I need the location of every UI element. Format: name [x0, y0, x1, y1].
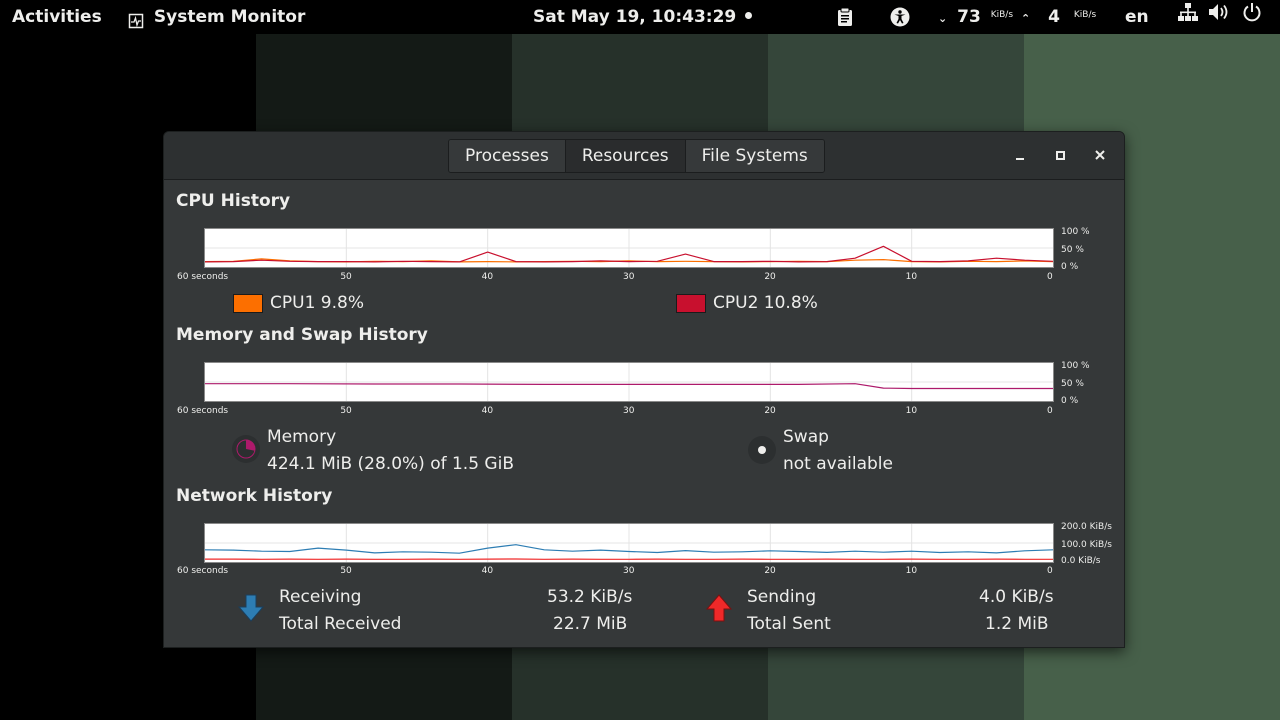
cpu-ylabel-0: 0 %: [1061, 262, 1079, 272]
network-ylabel-100: 100.0 KiB/s: [1061, 540, 1112, 550]
swap-value: not available: [783, 454, 893, 474]
network-xlabel: 40: [481, 566, 494, 576]
receiving-value: 53.2 KiB/s: [547, 587, 633, 607]
network-xlabel: 20: [764, 566, 776, 576]
network-speed-indicator[interactable]: ⌄ 73 KiB/s ⌃ 4 KiB/s: [938, 0, 1096, 34]
app-menu[interactable]: System Monitor: [128, 0, 305, 34]
memory-history-chart: [205, 363, 1053, 401]
cpu-xlabel: 50: [340, 272, 352, 282]
app-menu-label: System Monitor: [153, 7, 306, 27]
activities-button[interactable]: Activities: [12, 0, 102, 34]
notification-dot-icon: [745, 11, 753, 19]
receiving-label: Receiving: [279, 587, 362, 607]
clock[interactable]: Sat May 19, 10:43:29: [533, 0, 753, 34]
sending-value: 4.0 KiB/s: [979, 587, 1054, 607]
receiving-arrow-icon[interactable]: [237, 594, 265, 626]
sending-label: Sending: [747, 587, 817, 607]
top-bar: Activities System Monitor Sat May 19, 10…: [0, 0, 1280, 34]
swap-label: Swap: [783, 427, 829, 447]
upload-arrow-icon: ⌃: [1020, 12, 1031, 25]
header-bar[interactable]: Processes Resources File Systems: [164, 132, 1124, 180]
memory-xlabel: 50: [340, 406, 352, 416]
power-icon: [1242, 0, 1262, 34]
volume-icon: [1208, 0, 1230, 34]
close-icon: [1095, 150, 1105, 160]
cpu2-legend: CPU2 10.8%: [713, 293, 818, 313]
memory-pie-icon[interactable]: [230, 433, 262, 469]
network-xlabel: 30: [623, 566, 635, 576]
maximize-button[interactable]: [1049, 144, 1071, 166]
cpu-xlabel: 10: [905, 272, 918, 282]
cpu-xlabel: 40: [481, 272, 494, 282]
memory-history-title: Memory and Swap History: [176, 325, 428, 345]
cpu-xlabel: 20: [764, 272, 776, 282]
memory-graph: [204, 362, 1054, 402]
memory-value: 424.1 MiB (28.0%) of 1.5 GiB: [267, 454, 514, 474]
network-xlabel: 10: [905, 566, 918, 576]
minimize-icon: [1016, 158, 1024, 160]
memory-xlabel: 60 seconds: [177, 406, 229, 416]
memory-xlabel: 30: [623, 406, 635, 416]
cpu-graph: [204, 228, 1054, 268]
swap-pie-icon: [746, 434, 778, 470]
system-monitor-app-icon: [128, 7, 144, 29]
network-wired-icon: [1178, 0, 1198, 34]
system-menu[interactable]: [1178, 0, 1262, 34]
network-xlabel: 60 seconds: [177, 566, 229, 576]
clipboard-icon[interactable]: [836, 0, 854, 34]
total-received-label: Total Received: [279, 614, 402, 634]
tab-resources[interactable]: Resources: [565, 140, 686, 172]
cpu2-color-swatch[interactable]: [676, 294, 706, 313]
cpu-history-title: CPU History: [176, 191, 291, 211]
total-received-value: 22.7 MiB: [553, 614, 628, 634]
cpu-xlabel: 60 seconds: [177, 272, 229, 282]
maximize-icon: [1055, 150, 1065, 160]
cpu-ylabel-100: 100 %: [1061, 227, 1090, 237]
memory-ylabel-0: 0 %: [1061, 396, 1079, 406]
net-up-value: 4: [1048, 7, 1060, 27]
system-monitor-window: Processes Resources File Systems CPU His…: [163, 131, 1125, 648]
clock-text: Sat May 19, 10:43:29: [533, 7, 737, 27]
accessibility-icon[interactable]: [890, 0, 910, 34]
minimize-button[interactable]: [1009, 144, 1031, 166]
cpu-xlabel: 0: [1047, 272, 1053, 282]
memory-xlabel: 0: [1047, 406, 1053, 416]
keyboard-layout-indicator[interactable]: en: [1125, 0, 1149, 34]
tab-processes[interactable]: Processes: [449, 140, 566, 172]
network-ylabel-0: 0.0 KiB/s: [1061, 556, 1101, 566]
cpu1-color-swatch[interactable]: [233, 294, 263, 313]
cpu-history-chart: [205, 229, 1053, 267]
network-ylabel-200: 200.0 KiB/s: [1061, 522, 1112, 532]
net-up-unit: KiB/s: [1073, 10, 1097, 20]
cpu-ylabel-50: 50 %: [1061, 245, 1084, 255]
download-arrow-icon: ⌄: [938, 12, 948, 25]
memory-xlabel: 20: [764, 406, 776, 416]
cpu1-legend: CPU1 9.8%: [270, 293, 364, 313]
network-xlabel: 50: [340, 566, 352, 576]
memory-ylabel-100: 100 %: [1061, 361, 1090, 371]
total-sent-label: Total Sent: [747, 614, 831, 634]
memory-xlabel: 40: [481, 406, 494, 416]
sending-arrow-icon[interactable]: [705, 594, 733, 626]
net-down-unit: KiB/s: [990, 10, 1014, 20]
net-down-value: 73: [957, 7, 981, 27]
network-history-title: Network History: [176, 486, 333, 506]
view-switcher: Processes Resources File Systems: [448, 139, 825, 173]
close-button[interactable]: [1089, 144, 1111, 166]
cpu-xlabel: 30: [623, 272, 635, 282]
tab-file-systems[interactable]: File Systems: [685, 140, 824, 172]
network-graph: [204, 523, 1054, 563]
memory-label: Memory: [267, 427, 337, 447]
total-sent-value: 1.2 MiB: [985, 614, 1049, 634]
memory-ylabel-50: 50 %: [1061, 379, 1084, 389]
network-history-chart: [205, 524, 1053, 562]
network-xlabel: 0: [1047, 566, 1053, 576]
memory-xlabel: 10: [905, 406, 918, 416]
